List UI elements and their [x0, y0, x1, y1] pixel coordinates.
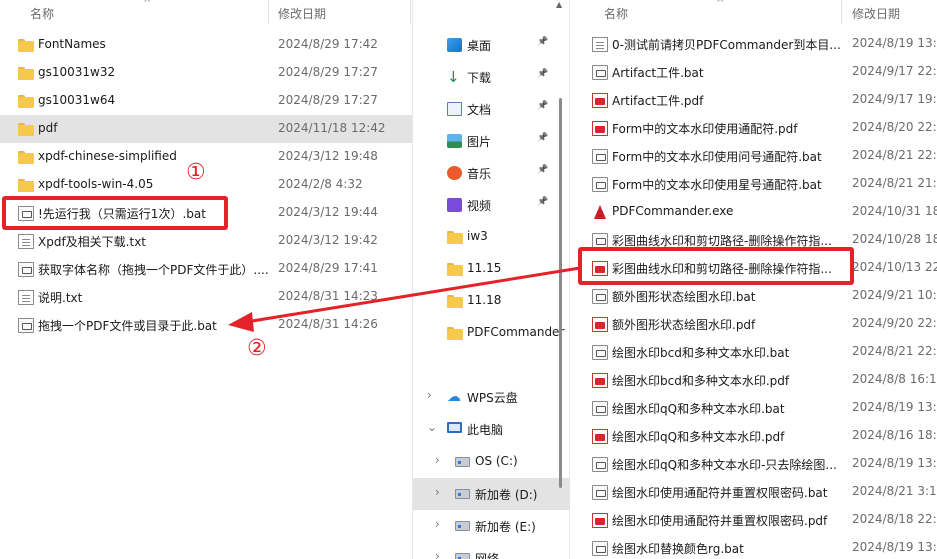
arrow-head — [228, 312, 254, 332]
annotation-arrow — [228, 266, 581, 332]
arrow-shaft — [245, 266, 581, 324]
